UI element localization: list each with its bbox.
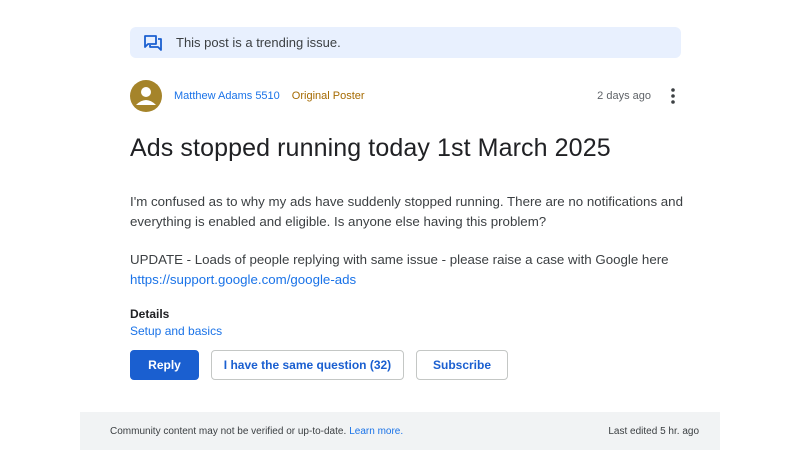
learn-more-link[interactable]: Learn more.: [349, 426, 403, 437]
avatar[interactable]: [130, 80, 162, 112]
original-poster-badge: Original Poster: [291, 90, 365, 102]
post-timestamp: 2 days ago: [597, 90, 651, 102]
same-question-button[interactable]: I have the same question (32): [211, 350, 404, 380]
post-body: I'm confused as to why my ads have sudde…: [130, 192, 690, 290]
action-buttons: Reply I have the same question (32) Subs…: [130, 350, 508, 380]
more-options-icon[interactable]: [665, 86, 681, 106]
footer-disclaimer: Community content may not be verified or…: [110, 425, 347, 437]
subscribe-button[interactable]: Subscribe: [416, 350, 508, 380]
last-edited: Last edited 5 hr. ago: [608, 425, 699, 437]
update-text: UPDATE - Loads of people replying with s…: [130, 252, 669, 267]
forum-icon: [144, 34, 162, 52]
post-paragraph-1: I'm confused as to why my ads have sudde…: [130, 194, 683, 229]
author-row: Matthew Adams 5510 Original Poster 2 day…: [130, 80, 681, 112]
post-title: Ads stopped running today 1st March 2025: [130, 134, 611, 162]
reply-button[interactable]: Reply: [130, 350, 199, 380]
category-link[interactable]: Setup and basics: [130, 324, 222, 338]
banner-text: This post is a trending issue.: [176, 35, 341, 50]
details-section: Details Setup and basics: [130, 307, 222, 338]
author-name-link[interactable]: Matthew Adams 5510: [174, 90, 280, 102]
post-paragraph-2: UPDATE - Loads of people replying with s…: [130, 250, 690, 290]
trending-banner: This post is a trending issue.: [130, 27, 681, 58]
footer-bar: Community content may not be verified or…: [80, 412, 720, 450]
support-link[interactable]: https://support.google.com/google-ads: [130, 272, 356, 287]
details-label: Details: [130, 307, 170, 321]
